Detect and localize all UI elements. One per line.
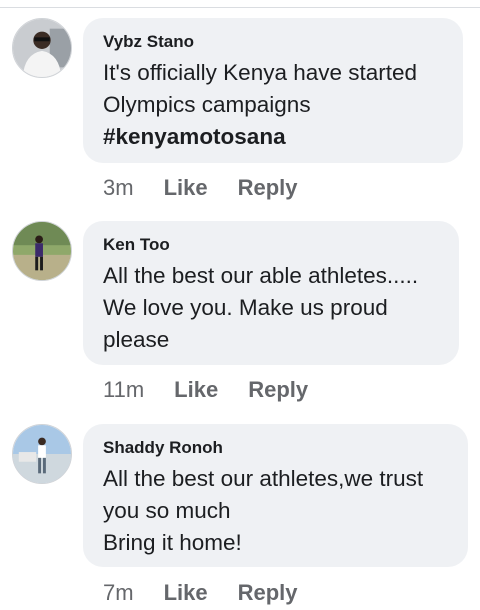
like-button[interactable]: Like [164,580,208,606]
comment-timestamp[interactable]: 11m [103,377,144,403]
comment-hashtag-link[interactable]: #kenyamotosana [103,121,445,153]
reply-button[interactable]: Reply [248,377,308,403]
comment-bubble: Ken Too All the best our able athletes..… [83,221,459,365]
like-button[interactable]: Like [164,175,208,201]
avatar-photo-icon [13,425,71,483]
avatar-photo-icon [13,222,71,280]
comment-actions: 11m Like Reply [103,377,338,403]
comment-author[interactable]: Vybz Stano [103,32,445,52]
comment-timestamp[interactable]: 7m [103,580,134,606]
reply-button[interactable]: Reply [238,580,298,606]
avatar[interactable] [12,18,72,78]
comment-timestamp[interactable]: 3m [103,175,134,201]
comment-text: It's officially Kenya have started Olymp… [103,60,418,117]
reply-button[interactable]: Reply [238,175,298,201]
avatar[interactable] [12,424,72,484]
comment-actions: 3m Like Reply [103,175,328,201]
comment-author[interactable]: Ken Too [103,235,441,255]
comment-text: All the best our able athletes..... We l… [103,263,419,352]
avatar[interactable] [12,221,72,281]
avatar-photo-icon [13,19,71,77]
comment-author[interactable]: Shaddy Ronoh [103,438,450,458]
comment-text: All the best our athletes,we trust you s… [103,466,424,555]
like-button[interactable]: Like [174,377,218,403]
comment-bubble: Vybz Stano It's officially Kenya have st… [83,18,463,163]
comment-bubble: Shaddy Ronoh All the best our athletes,w… [83,424,468,567]
top-divider [0,7,480,8]
comment-actions: 7m Like Reply [103,580,328,606]
